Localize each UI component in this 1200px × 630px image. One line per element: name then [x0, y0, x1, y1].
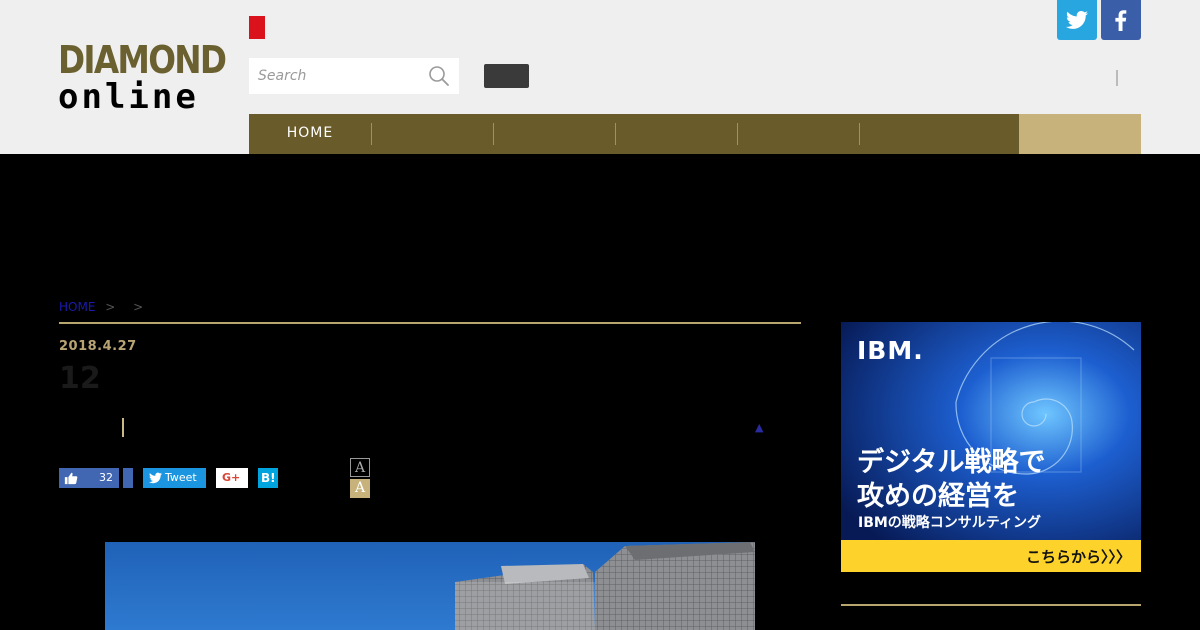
nav-item-6[interactable] [859, 114, 1019, 154]
nav-item-4[interactable] [615, 114, 737, 154]
hatena-bookmark-icon: B! [261, 471, 276, 485]
search-input[interactable] [249, 58, 419, 94]
search-icon[interactable] [428, 65, 450, 87]
tweet-label: Tweet [165, 471, 197, 484]
facebook-share-button[interactable] [123, 468, 133, 488]
facebook-icon [1115, 10, 1127, 31]
article-photo [105, 542, 755, 630]
font-size-large-button[interactable]: A [350, 479, 370, 498]
ad-subline: IBMの戦略コンサルティング [858, 515, 1041, 531]
nav-item-2[interactable] [371, 114, 493, 154]
search-box [249, 58, 459, 94]
ad-cta-label: こちらから〉〉〉 [1025, 548, 1131, 566]
thumbs-up-icon [64, 472, 78, 485]
header-button[interactable] [484, 64, 529, 88]
logo-word-online: online [58, 77, 199, 117]
nav-item-3[interactable] [493, 114, 615, 154]
breadcrumb-separator: > [133, 300, 144, 314]
ad-cta-button[interactable]: こちらから〉〉〉 [841, 540, 1141, 572]
red-marker [249, 16, 265, 39]
tweet-button[interactable]: Tweet [143, 468, 206, 488]
google-plus-button[interactable]: G+ [216, 468, 248, 488]
facebook-button[interactable] [1101, 0, 1141, 40]
twitter-button[interactable] [1057, 0, 1097, 40]
nav-item-active[interactable] [1019, 114, 1141, 154]
sidebar-rule [841, 604, 1141, 606]
main-nav: HOME [249, 114, 1141, 154]
breadcrumb-home-link[interactable]: HOME [59, 300, 95, 314]
twitter-bird-icon [149, 472, 162, 484]
triangle-icon[interactable]: ▲ [755, 421, 763, 434]
article-title: 12 [59, 361, 101, 396]
article-top-rule [59, 322, 801, 324]
logo-word-diamond: DIAMOND [58, 38, 227, 82]
breadcrumb-separator: > [105, 300, 116, 314]
ad-headline-line2: 攻めの経営を [857, 481, 1019, 512]
google-plus-icon: G+ [222, 471, 241, 484]
twitter-icon [1066, 11, 1088, 29]
facebook-like-button[interactable]: 32 [59, 468, 119, 488]
site-header: DIAMOND online HOME [0, 0, 1200, 154]
font-size-small-button[interactable]: A [350, 458, 370, 477]
nav-item-home[interactable]: HOME [249, 114, 371, 154]
ibm-ad-banner[interactable]: IBM. デジタル戦略で 攻めの経営を IBMの戦略コンサルティング こちらから… [841, 322, 1141, 572]
nav-item-5[interactable] [737, 114, 859, 154]
hatena-bookmark-button[interactable]: B! [258, 468, 278, 488]
diamond-online-logo[interactable]: DIAMOND online [58, 38, 227, 117]
like-count: 32 [99, 471, 113, 484]
author-marker [122, 418, 124, 437]
breadcrumb: HOME > > [59, 300, 151, 314]
ibm-logo: IBM. [857, 336, 924, 365]
article-date: 2018.4.27 [59, 339, 137, 354]
divider [1116, 70, 1118, 86]
